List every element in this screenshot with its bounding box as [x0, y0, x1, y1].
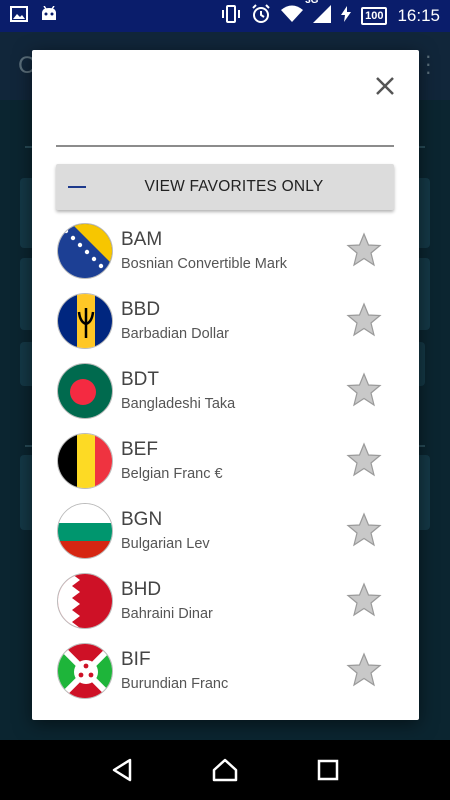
favorite-star-icon[interactable] [346, 652, 382, 688]
currency-row-bif[interactable]: BIF Burundian Franc [32, 637, 419, 707]
network-type-label: 3G [305, 0, 319, 6]
currency-name: Bulgarian Lev [121, 536, 210, 552]
close-icon[interactable] [373, 74, 397, 98]
currency-name: Burundian Franc [121, 676, 229, 692]
alarm-icon [251, 3, 271, 29]
home-icon[interactable] [210, 755, 240, 785]
currency-row-bdt[interactable]: BDT Bangladeshi Taka [32, 357, 419, 427]
minus-icon [68, 186, 86, 188]
favorite-star-icon[interactable] [346, 232, 382, 268]
bahrain-flag-icon [57, 573, 113, 629]
bulgaria-flag-icon [57, 503, 113, 559]
currency-row-bef[interactable]: BEF Belgian Franc € [32, 427, 419, 497]
currency-code: BHD [121, 579, 162, 600]
view-favorites-button[interactable]: VIEW FAVORITES ONLY [56, 164, 394, 210]
barbados-flag-icon [57, 293, 113, 349]
wifi-icon [281, 5, 304, 28]
currency-code: BGN [121, 509, 163, 530]
favorite-star-icon[interactable] [346, 442, 382, 478]
currency-name: Belgian Franc € [121, 466, 223, 482]
currency-row-bam[interactable]: BAM Bosnian Convertible Mark [32, 217, 419, 287]
favorite-star-icon[interactable] [346, 302, 382, 338]
cell-signal-icon: 3G [305, 0, 332, 28]
belgium-flag-icon [57, 433, 113, 489]
currency-list: BAM Bosnian Convertible Mark BBD Barbadi… [32, 217, 419, 707]
clock: 16:15 [397, 6, 440, 25]
currency-row-bhd[interactable]: BHD Bahraini Dinar [32, 567, 419, 637]
bosnia-flag-icon [57, 223, 113, 279]
status-bar: 3G 100 16:15 [0, 0, 450, 32]
bangladesh-flag-icon [57, 363, 113, 419]
currency-picker-dialog: VIEW FAVORITES ONLY BAM Bosnian Converti… [32, 50, 419, 720]
currency-name: Bangladeshi Taka [121, 396, 236, 412]
favorite-star-icon[interactable] [346, 512, 382, 548]
currency-code: BIF [121, 649, 151, 670]
overflow-menu-icon: · · · [424, 43, 432, 84]
back-icon[interactable] [107, 755, 137, 785]
currency-row-bgn[interactable]: BGN Bulgarian Lev [32, 497, 419, 567]
recents-icon[interactable] [313, 755, 343, 785]
currency-row-bbd[interactable]: BBD Barbadian Dollar [32, 287, 419, 357]
currency-code: BEF [121, 439, 158, 460]
burundi-flag-icon [57, 643, 113, 699]
currency-name: Bosnian Convertible Mark [121, 256, 288, 272]
view-favorites-label: VIEW FAVORITES ONLY [144, 178, 324, 195]
currency-name: Bahraini Dinar [121, 606, 213, 622]
favorite-star-icon[interactable] [346, 582, 382, 618]
currency-code: BDT [121, 369, 159, 390]
currency-name: Barbadian Dollar [121, 326, 230, 342]
favorite-star-icon[interactable] [346, 372, 382, 408]
system-nav-bar [0, 740, 450, 800]
battery-indicator: 100 [361, 7, 388, 25]
currency-code: BAM [121, 229, 163, 250]
vibrate-icon [221, 4, 241, 28]
charging-icon [341, 5, 352, 27]
currency-code: BBD [121, 299, 161, 320]
gallery-notification-icon [10, 5, 28, 27]
search-input[interactable] [56, 145, 394, 147]
android-notification-icon [40, 5, 58, 27]
